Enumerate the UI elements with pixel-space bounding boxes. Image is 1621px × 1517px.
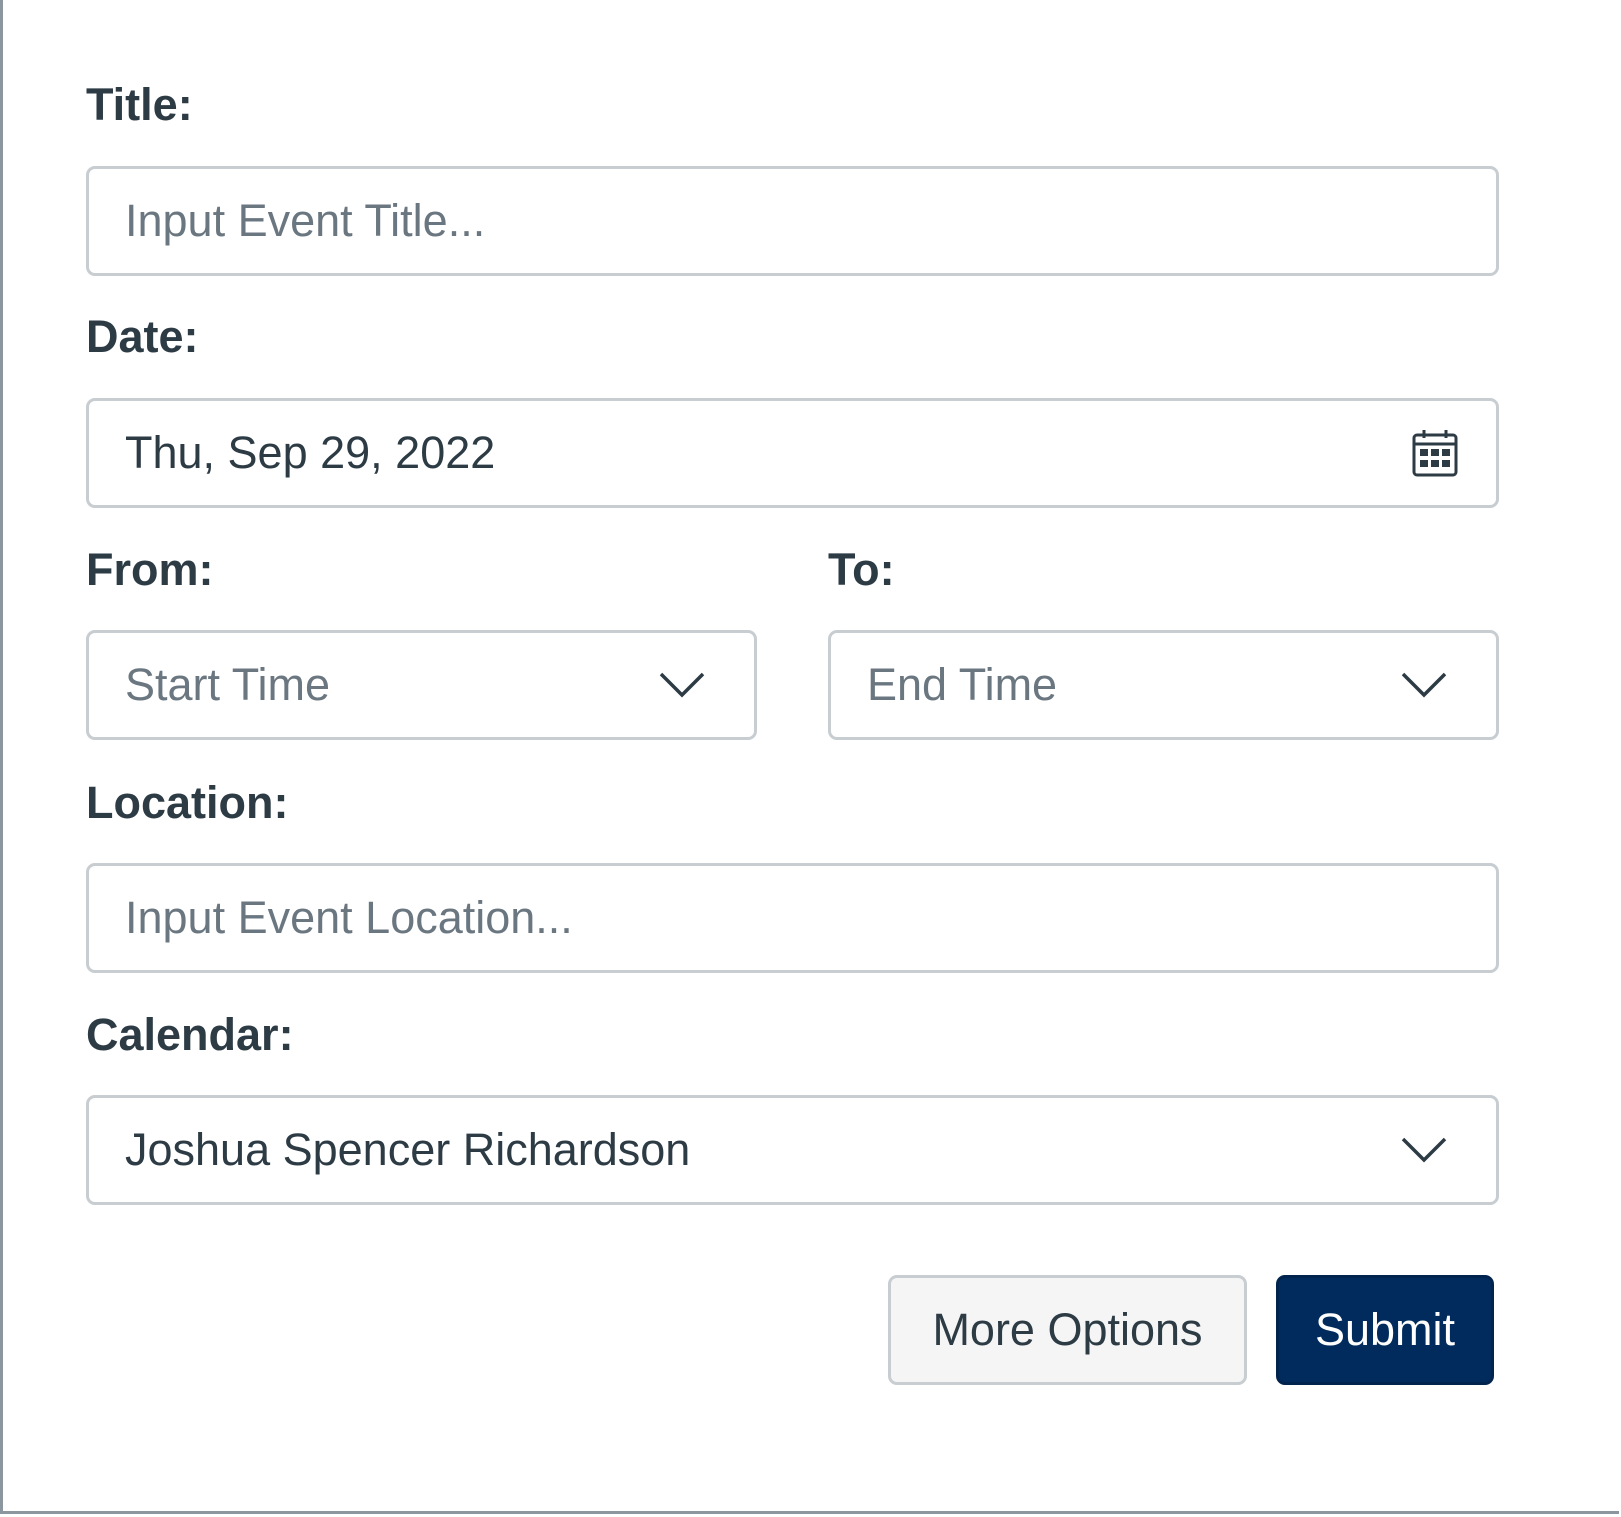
calendar-select[interactable]: Joshua Spencer Richardson xyxy=(86,1095,1499,1205)
date-input[interactable]: Thu, Sep 29, 2022 xyxy=(86,398,1499,508)
location-label: Location: xyxy=(86,777,289,828)
chevron-down-icon xyxy=(659,672,705,698)
event-dialog: Title: Date: Thu, Sep 29, 2022 From: To:… xyxy=(0,0,1619,1514)
date-label: Date: xyxy=(86,311,199,362)
start-time-select[interactable]: Start Time xyxy=(86,630,757,740)
location-field-container xyxy=(86,863,1499,973)
title-input[interactable] xyxy=(89,169,1496,273)
location-input[interactable] xyxy=(89,866,1496,970)
from-label: From: xyxy=(86,544,214,595)
to-label: To: xyxy=(828,544,895,595)
chevron-down-icon xyxy=(1401,1137,1447,1163)
more-options-button[interactable]: More Options xyxy=(888,1275,1247,1385)
calendar-icon[interactable] xyxy=(1412,429,1458,477)
end-time-value: End Time xyxy=(867,659,1058,710)
title-field-container xyxy=(86,166,1499,276)
calendar-label: Calendar: xyxy=(86,1009,294,1060)
start-time-value: Start Time xyxy=(125,659,331,710)
end-time-select[interactable]: End Time xyxy=(828,630,1499,740)
calendar-value: Joshua Spencer Richardson xyxy=(125,1124,691,1175)
date-value: Thu, Sep 29, 2022 xyxy=(125,427,496,478)
chevron-down-icon xyxy=(1401,672,1447,698)
title-label: Title: xyxy=(86,79,193,130)
submit-button[interactable]: Submit xyxy=(1276,1275,1494,1385)
